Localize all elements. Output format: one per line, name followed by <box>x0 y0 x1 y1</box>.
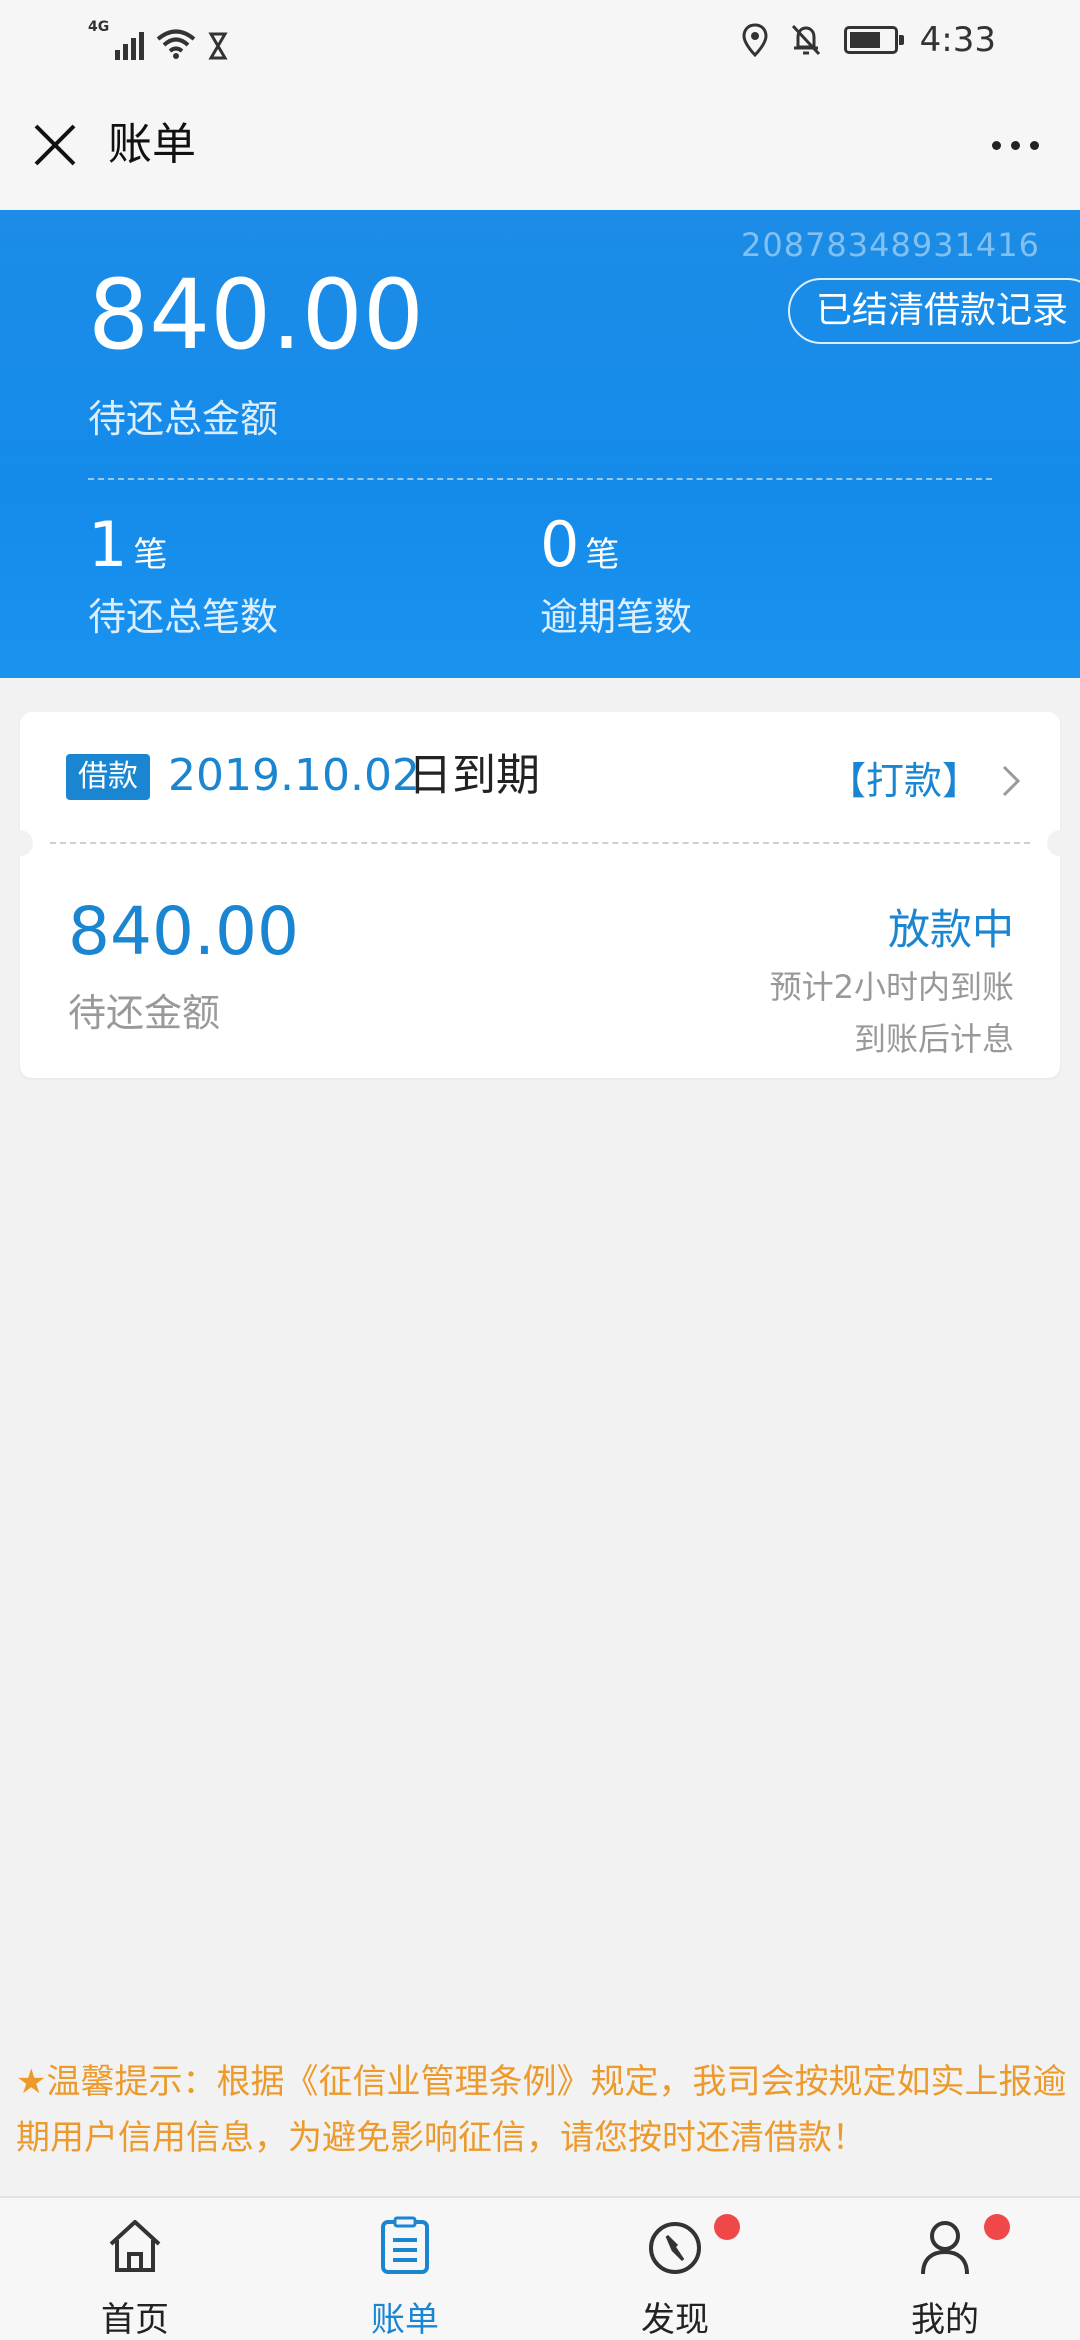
tab-bill-label: 账单 <box>371 2300 439 2340</box>
page-title: 账单 <box>108 119 196 170</box>
mine-badge <box>984 2214 1010 2240</box>
divider <box>88 478 992 480</box>
location-icon <box>742 23 768 57</box>
bell-off-icon <box>791 24 820 56</box>
bill-card[interactable]: 借款 2019.10.02 日到期 【打款】 840.00 待还金额 放款中 预… <box>7 712 1073 1078</box>
home-icon <box>109 2220 161 2272</box>
hourglass-icon <box>208 32 228 60</box>
network-type: 4G <box>88 19 110 35</box>
bill-icon <box>381 2216 429 2274</box>
pending-count-stat: 1笔 待还总笔数 <box>88 510 278 641</box>
tab-home[interactable]: 首页 <box>0 2198 270 2340</box>
bill-amount-label: 待还金额 <box>68 991 221 1035</box>
loan-status: 放款中 <box>887 905 1014 954</box>
status-note-interest: 到账后计息 <box>853 1020 1014 1058</box>
pay-link[interactable]: 【打款】 <box>828 756 980 806</box>
tab-discover-label: 发现 <box>641 2300 709 2340</box>
bill-amount: 840.00 <box>68 893 299 970</box>
total-amount-label: 待还总金额 <box>88 397 279 441</box>
overdue-unit: 笔 <box>585 535 620 575</box>
tab-home-label: 首页 <box>101 2300 169 2340</box>
status-left: 4G <box>88 20 228 60</box>
tab-bill[interactable]: 账单 <box>270 2198 540 2340</box>
pending-unit: 笔 <box>133 535 168 575</box>
bill-page: 4G 4:33 账单 20878348931416 840.00 待还总金额 已… <box>0 0 1080 2340</box>
close-icon[interactable] <box>30 120 80 170</box>
card-divider <box>50 842 1030 844</box>
discover-badge <box>714 2214 740 2240</box>
status-right: 4:33 <box>742 18 996 62</box>
wifi-icon <box>156 29 196 59</box>
overdue-count: 0 <box>540 508 580 581</box>
pending-count: 1 <box>88 508 128 581</box>
status-bar: 4G 4:33 <box>0 0 1080 80</box>
order-number: 20878348931416 <box>740 226 1040 264</box>
loan-tag: 借款 <box>66 754 150 800</box>
total-amount: 840.00 <box>88 259 424 371</box>
nav-bar: 账单 <box>0 80 1080 210</box>
status-note-arrival: 预计2小时内到账 <box>769 968 1014 1006</box>
user-icon <box>921 2221 969 2275</box>
clock: 4:33 <box>919 20 996 60</box>
pending-count-label: 待还总笔数 <box>88 595 279 639</box>
warning-notice: ★温馨提示：根据《征信业管理条例》规定，我司会按规定如实上报逾期用户信用信息，为… <box>16 2062 1067 2158</box>
battery-icon <box>843 26 904 54</box>
settled-history-button[interactable]: 已结清借款记录 <box>787 278 1080 344</box>
overdue-count-stat: 0笔 逾期笔数 <box>540 510 692 641</box>
card-notch-left <box>7 830 33 856</box>
summary-header: 20878348931416 840.00 待还总金额 已结清借款记录 1笔 待… <box>0 210 1080 678</box>
due-suffix: 日到期 <box>408 750 540 801</box>
overdue-count-label: 逾期笔数 <box>540 595 693 639</box>
tab-discover[interactable]: 发现 <box>540 2198 810 2340</box>
more-icon[interactable] <box>980 120 1050 170</box>
tab-mine[interactable]: 我的 <box>810 2198 1080 2340</box>
tab-bar: 首页 账单 发现 我的 <box>0 2196 1080 2340</box>
due-date: 2019.10.02 <box>168 750 420 801</box>
card-notch-right <box>1047 830 1073 856</box>
bill-card-header[interactable]: 借款 2019.10.02 日到期 【打款】 <box>20 712 1060 842</box>
compass-icon <box>649 2222 701 2274</box>
signal-icon <box>115 30 145 60</box>
chevron-right-icon[interactable] <box>1000 764 1022 798</box>
tab-mine-label: 我的 <box>911 2300 979 2340</box>
